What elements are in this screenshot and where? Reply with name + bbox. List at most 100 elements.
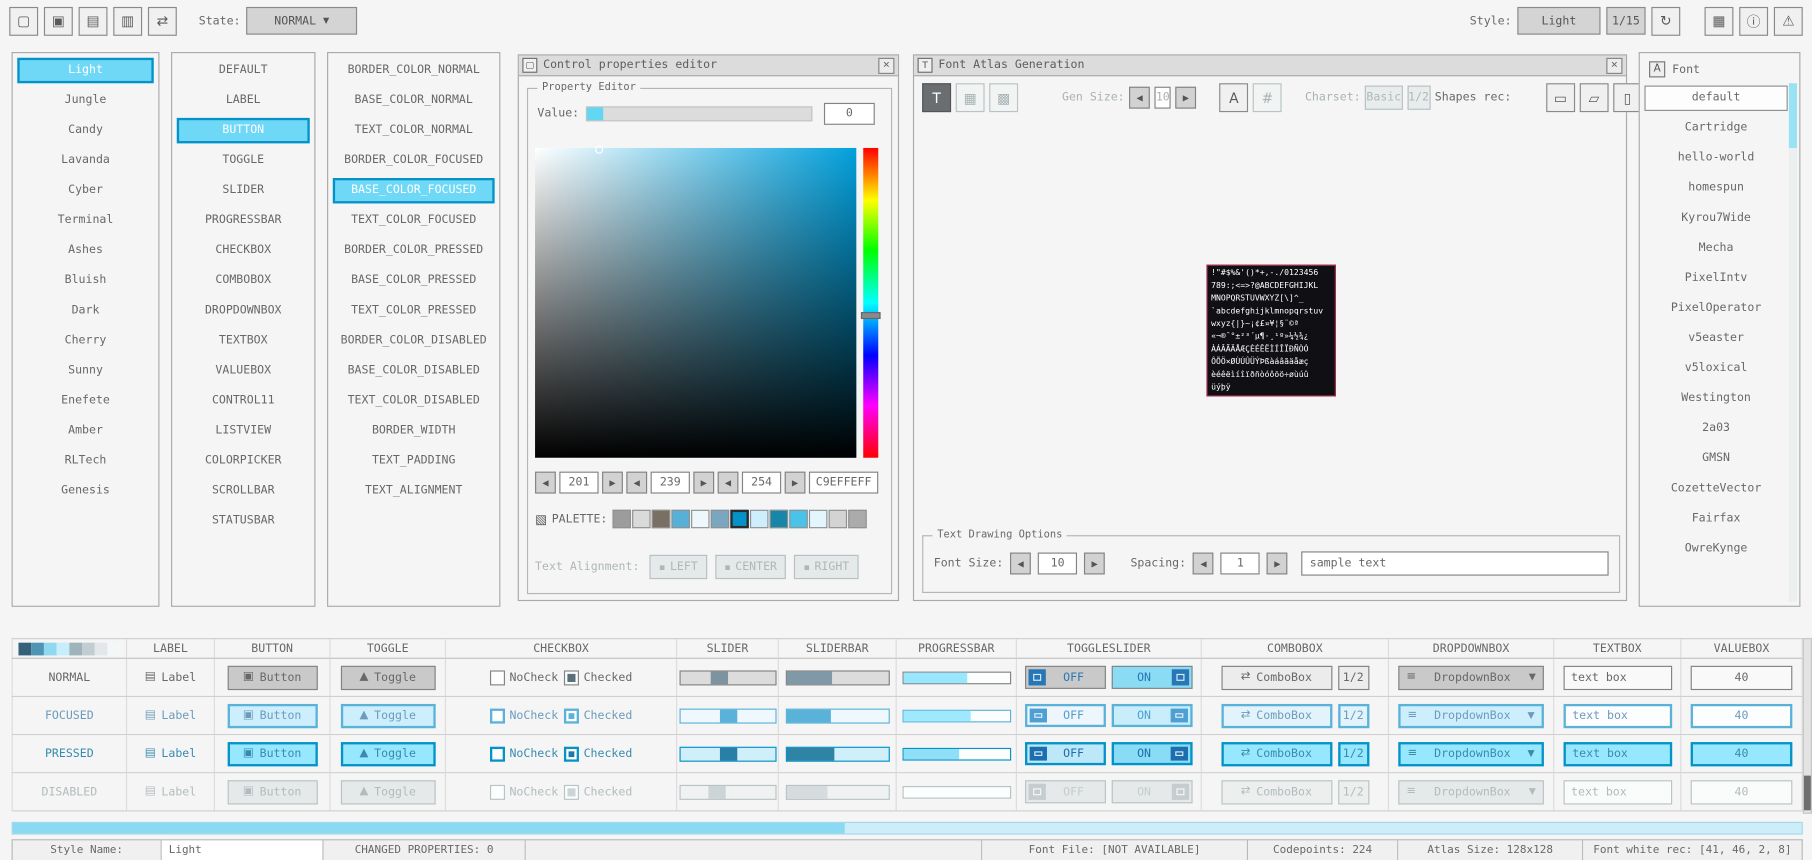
font-size-value-input[interactable]: 10 xyxy=(1038,553,1077,575)
gen-size-increment-button[interactable]: ▶ xyxy=(1176,87,1197,109)
property-item-text-padding[interactable]: TEXT_PADDING xyxy=(333,448,495,473)
control-item-progressbar[interactable]: PROGRESSBAR xyxy=(177,208,310,233)
table-vertical-scrollbar[interactable] xyxy=(1803,638,1812,814)
slider-widget[interactable] xyxy=(679,670,776,685)
props-window-close-button[interactable]: × xyxy=(878,57,894,73)
font-atlas-image[interactable]: !"#$%&'()*+,-./0123456789:;<=>?@ABCDEFGH… xyxy=(1206,265,1335,397)
slider-thumb[interactable] xyxy=(720,747,737,760)
property-item-border-color-disabled[interactable]: BORDER_COLOR_DISABLED xyxy=(333,328,495,353)
style-item-sunny[interactable]: Sunny xyxy=(17,358,153,383)
align-right-button[interactable]: ▪ RIGHT xyxy=(794,555,858,579)
sliderbar-widget[interactable] xyxy=(785,746,889,761)
dropdownbox-widget[interactable]: ≡DropdownBox▼ xyxy=(1398,780,1544,804)
control-item-listview[interactable]: LISTVIEW xyxy=(177,418,310,443)
control-item-checkbox[interactable]: CHECKBOX xyxy=(177,238,310,263)
toggleslider-off[interactable]: OFF xyxy=(1025,780,1106,803)
checkbox-unchecked[interactable] xyxy=(490,670,505,685)
checkbox-checked[interactable] xyxy=(564,746,579,761)
valuebox-widget[interactable]: 40 xyxy=(1691,703,1793,727)
property-item-base-color-disabled[interactable]: BASE_COLOR_DISABLED xyxy=(333,358,495,383)
font-size-decrement-button[interactable]: ◀ xyxy=(1010,553,1031,575)
combobox-index[interactable]: 1/2 xyxy=(1338,665,1369,689)
font-list-scrollbar-thumb[interactable] xyxy=(1789,83,1797,148)
palette-swatch-3[interactable] xyxy=(671,510,689,528)
control-item-toggle[interactable]: TOGGLE xyxy=(177,148,310,173)
property-item-border-color-focused[interactable]: BORDER_COLOR_FOCUSED xyxy=(333,148,495,173)
charset-index[interactable]: 1/2 xyxy=(1407,86,1430,110)
style-item-rltech[interactable]: RLTech xyxy=(17,448,153,473)
property-item-text-color-focused[interactable]: TEXT_COLOR_FOCUSED xyxy=(333,208,495,233)
dropdownbox-widget[interactable]: ≡DropdownBox▼ xyxy=(1398,665,1544,689)
combobox-index[interactable]: 1/2 xyxy=(1338,703,1369,727)
control-item-dropdownbox[interactable]: DROPDOWNBOX xyxy=(177,298,310,323)
font-item-v5loxical[interactable]: v5loxical xyxy=(1644,356,1787,381)
combobox-index[interactable]: 1/2 xyxy=(1338,780,1369,804)
slider-thumb[interactable] xyxy=(720,709,737,722)
slider-thumb[interactable] xyxy=(708,785,725,798)
random-style-button[interactable]: ⇄ xyxy=(148,6,177,35)
report-button[interactable]: ⚠ xyxy=(1774,6,1803,35)
property-item-text-color-pressed[interactable]: TEXT_COLOR_PRESSED xyxy=(333,298,495,323)
control-item-statusbar[interactable]: STATUSBAR xyxy=(177,509,310,534)
control-item-label[interactable]: LABEL xyxy=(177,88,310,113)
font-item-pixelintv[interactable]: PixelIntv xyxy=(1644,266,1787,291)
font-item-v5easter[interactable]: v5easter xyxy=(1644,326,1787,351)
checkbox-checked[interactable] xyxy=(564,708,579,723)
style-item-lavanda[interactable]: Lavanda xyxy=(17,148,153,173)
font-item-kyrou7wide[interactable]: Kyrou7Wide xyxy=(1644,206,1787,231)
red-increment-button[interactable]: ▶ xyxy=(602,472,623,494)
atlas-grid-button[interactable]: ▩ xyxy=(989,83,1018,112)
style-combobox[interactable]: Light xyxy=(1517,7,1600,35)
toggleslider-on[interactable]: ON xyxy=(1112,780,1193,803)
gen-size-decrement-button[interactable]: ◀ xyxy=(1129,87,1150,109)
property-item-base-color-pressed[interactable]: BASE_COLOR_PRESSED xyxy=(333,268,495,293)
property-item-border-width[interactable]: BORDER_WIDTH xyxy=(333,418,495,443)
property-item-text-alignment[interactable]: TEXT_ALIGNMENT xyxy=(333,479,495,504)
charset-value[interactable]: Basic xyxy=(1365,86,1402,110)
font-item-mecha[interactable]: Mecha xyxy=(1644,236,1787,261)
export-style-button[interactable]: ▥ xyxy=(113,6,142,35)
red-decrement-button[interactable]: ◀ xyxy=(535,472,556,494)
palette-swatch-10[interactable] xyxy=(808,510,826,528)
slider-widget[interactable] xyxy=(679,784,776,799)
font-item-gmsn[interactable]: GMSN xyxy=(1644,446,1787,471)
property-item-border-color-normal[interactable]: BORDER_COLOR_NORMAL xyxy=(333,58,495,83)
font-item-cartridge[interactable]: Cartridge xyxy=(1644,116,1787,141)
hue-slider[interactable] xyxy=(863,148,878,458)
font-item-default[interactable]: default xyxy=(1644,86,1787,111)
style-item-dark[interactable]: Dark xyxy=(17,298,153,323)
font-window-close-button[interactable]: × xyxy=(1606,57,1622,73)
checkbox-unchecked[interactable] xyxy=(490,708,505,723)
style-item-genesis[interactable]: Genesis xyxy=(17,479,153,504)
control-item-slider[interactable]: SLIDER xyxy=(177,178,310,203)
hue-slider-handle[interactable] xyxy=(861,312,881,319)
atlas-view-button[interactable]: ▦ xyxy=(956,83,985,112)
shapes-rec-button-3[interactable]: ▯ xyxy=(1613,83,1642,112)
toggleslider-off[interactable]: OFF xyxy=(1025,704,1106,727)
font-item-fairfax[interactable]: Fairfax xyxy=(1644,506,1787,531)
color-picker-area[interactable] xyxy=(535,148,856,458)
toggleslider-off[interactable]: OFF xyxy=(1025,742,1106,765)
palette-swatch-2[interactable] xyxy=(651,510,669,528)
font-list-scrollbar[interactable] xyxy=(1789,83,1797,602)
toggleslider-off[interactable]: OFF xyxy=(1025,666,1106,689)
style-combobox-index[interactable]: 1/15 xyxy=(1606,7,1645,35)
font-item-owrekynge[interactable]: OwreKynge xyxy=(1644,536,1787,561)
button-widget[interactable]: ▣Button xyxy=(227,703,317,727)
button-widget[interactable]: ▣Button xyxy=(227,665,317,689)
palette-swatch-7[interactable] xyxy=(750,510,768,528)
palette-swatch-8[interactable] xyxy=(769,510,787,528)
palette-swatch-12[interactable] xyxy=(848,510,866,528)
table-vertical-scrollbar-thumb[interactable] xyxy=(1804,776,1811,811)
toggleslider-on[interactable]: ON xyxy=(1112,666,1193,689)
palette-swatch-11[interactable] xyxy=(828,510,846,528)
checkbox-checked[interactable] xyxy=(564,784,579,799)
style-item-bluish[interactable]: Bluish xyxy=(17,268,153,293)
shapes-rec-button-1[interactable]: ▭ xyxy=(1546,83,1575,112)
control-item-scrollbar[interactable]: SCROLLBAR xyxy=(177,479,310,504)
valuebox-widget[interactable]: 40 xyxy=(1691,665,1793,689)
reload-style-button[interactable]: ↻ xyxy=(1651,6,1680,35)
state-dropdown[interactable]: NORMAL ▼ xyxy=(246,7,357,35)
checkbox-unchecked[interactable] xyxy=(490,746,505,761)
textbox-widget[interactable]: text box xyxy=(1563,703,1672,727)
